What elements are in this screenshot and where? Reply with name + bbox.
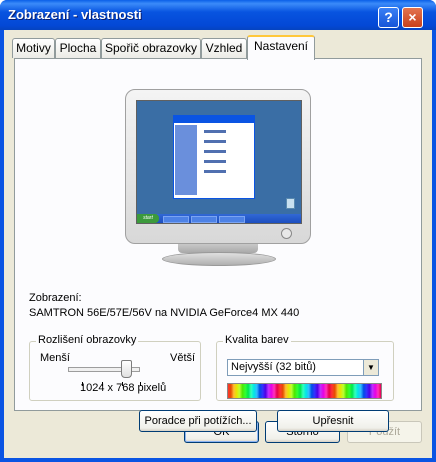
recycle-bin-icon <box>286 198 295 209</box>
power-button-icon <box>281 228 292 239</box>
monitor-screen: start <box>136 100 302 224</box>
preview-window <box>173 115 255 199</box>
display-label: Zobrazení: <box>29 292 82 304</box>
troubleshoot-button[interactable]: Poradce při potížích... <box>139 410 257 432</box>
title-bar[interactable]: Zobrazení - vlastnosti ? × <box>0 0 436 30</box>
help-button[interactable]: ? <box>378 7 399 28</box>
monitor-preview: start <box>125 89 311 244</box>
display-device: SAMTRON 56E/57E/56V na NVIDIA GeForce4 M… <box>29 307 300 319</box>
settings-panel: start Zobrazení: SAMTRON 56E/57E/56V na … <box>14 58 422 432</box>
tab-appearance[interactable]: Vzhled <box>201 38 247 58</box>
window-title: Zobrazení - vlastnosti <box>8 7 142 22</box>
advanced-button[interactable]: Upřesnit <box>277 410 389 432</box>
tab-themes[interactable]: Motivy <box>12 38 55 58</box>
color-quality-group-label: Kvalita barev <box>223 334 291 346</box>
resolution-less-label: Menší <box>40 352 70 364</box>
dialog-window: Zobrazení - vlastnosti ? × Motivy Plocha… <box>0 0 436 462</box>
color-quality-group: Kvalita barev Nejvyšší (32 bitů) ▼ <box>216 334 394 401</box>
dialog-client-area: Motivy Plocha Spořič obrazovky Vzhled Na… <box>4 30 432 458</box>
resolution-slider-thumb[interactable] <box>121 360 132 378</box>
resolution-group: Rozlišení obrazovky Menší Větší 1024 x 7… <box>29 334 201 401</box>
preview-start-button: start <box>137 214 159 223</box>
color-quality-value: Nejvyšší (32 bitů) <box>231 361 316 373</box>
color-spectrum-bar <box>227 383 382 399</box>
tab-desktop[interactable]: Plocha <box>55 38 101 58</box>
resolution-value: 1024 x 768 pixelů <box>80 382 167 394</box>
tab-settings[interactable]: Nastavení <box>247 35 315 60</box>
dropdown-arrow-icon[interactable]: ▼ <box>363 360 378 375</box>
monitor-base <box>162 252 276 266</box>
tab-screensaver[interactable]: Spořič obrazovky <box>101 38 201 58</box>
resolution-group-label: Rozlišení obrazovky <box>36 334 139 346</box>
resolution-more-label: Větší <box>170 352 196 364</box>
color-quality-select[interactable]: Nejvyšší (32 bitů) ▼ <box>227 359 379 376</box>
close-button[interactable]: × <box>402 7 423 28</box>
preview-taskbar: start <box>137 214 301 223</box>
